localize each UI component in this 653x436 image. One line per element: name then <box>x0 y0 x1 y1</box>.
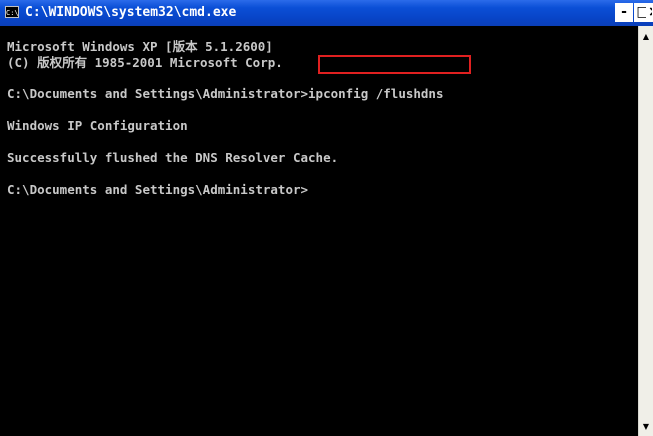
console-line-command: C:\Documents and Settings\Administrator>… <box>7 86 444 101</box>
title-bar[interactable]: C:\ C:\WINDOWS\system32\cmd.exe - □ × <box>0 0 653 26</box>
minimize-button[interactable]: - <box>615 3 633 22</box>
cmd-icon[interactable]: C:\ <box>5 6 19 18</box>
console-line: Successfully flushed the DNS Resolver Ca… <box>7 150 339 165</box>
window-title: C:\WINDOWS\system32\cmd.exe <box>25 5 237 20</box>
console-line: Windows IP Configuration <box>7 118 188 133</box>
scroll-down-arrow-icon[interactable]: ▼ <box>639 420 653 434</box>
close-button[interactable]: × <box>646 3 653 22</box>
vertical-scrollbar[interactable]: ▲ ▼ <box>638 26 653 436</box>
scroll-up-arrow-icon[interactable]: ▲ <box>639 30 653 44</box>
console-output[interactable]: Microsoft Windows XP [版本 5.1.2600] (C) 版… <box>0 26 638 436</box>
console-line: (C) 版权所有 1985-2001 Microsoft Corp. <box>7 55 283 70</box>
command-highlight-box <box>318 55 471 74</box>
cmd-window: C:\ C:\WINDOWS\system32\cmd.exe - □ × Mi… <box>0 0 653 436</box>
console-line: Microsoft Windows XP [版本 5.1.2600] <box>7 39 273 54</box>
console-line-prompt: C:\Documents and Settings\Administrator> <box>7 182 309 197</box>
